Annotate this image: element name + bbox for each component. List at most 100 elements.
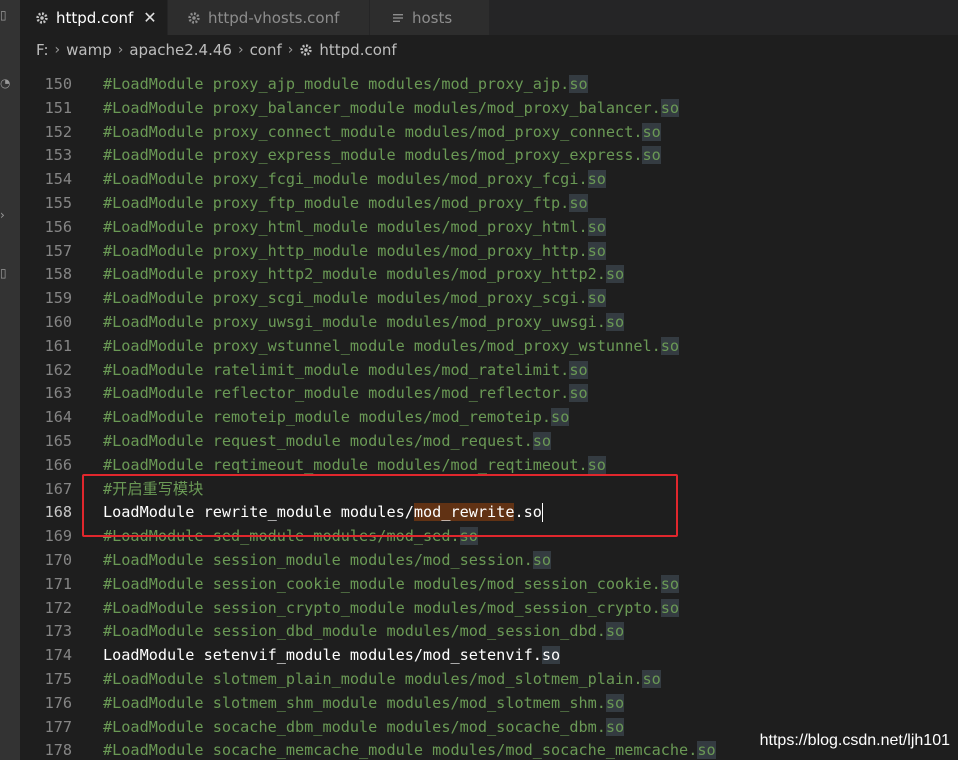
code-line[interactable]: 156 #LoadModule proxy_html_module modules… (20, 216, 958, 240)
code-line[interactable]: 166 #LoadModule reqtimeout_module modules… (20, 454, 958, 478)
code-text: #LoadModule proxy_http2_module modules/m… (103, 263, 625, 287)
code-line[interactable]: 171 #LoadModule session_cookie_module mod… (20, 573, 958, 597)
breadcrumb-item[interactable]: F: (36, 41, 49, 59)
match-highlight: so (642, 122, 661, 141)
match-highlight: so (569, 194, 588, 212)
match-highlight: so (660, 598, 680, 617)
code-segment: #LoadModule proxy_http_module modules/mo… (103, 241, 588, 260)
activity-icon[interactable]: ▯ (0, 266, 7, 280)
line-number: 153 (44, 146, 72, 165)
code-line[interactable]: 172 #LoadModule session_crypto_module mod… (20, 597, 958, 621)
breadcrumb-item[interactable]: wamp (66, 41, 112, 59)
match-highlight: so (569, 75, 588, 93)
code-segment: #LoadModule proxy_scgi_module modules/mo… (103, 289, 588, 308)
breadcrumb-item[interactable]: apache2.4.46 (129, 41, 232, 59)
code-line[interactable]: 175 #LoadModule slotmem_plain_module modu… (20, 668, 958, 692)
code-line[interactable]: 155 #LoadModule proxy_ftp_module modules/… (20, 192, 958, 216)
code-segment: LoadModule setenvif_module modules/mod_s… (103, 646, 542, 665)
code-text: #LoadModule proxy_html_module modules/mo… (103, 216, 606, 240)
line-number: 154 (44, 170, 72, 189)
line-number: 167 (44, 479, 72, 498)
code-segment: #LoadModule session_crypto_module module… (103, 598, 661, 617)
code-line[interactable]: 165 #LoadModule request_module modules/mo… (20, 430, 958, 454)
code-line[interactable]: 159 #LoadModule proxy_scgi_module modules… (20, 287, 958, 311)
code-line[interactable]: 168 LoadModule rewrite_module modules/mod… (20, 501, 958, 525)
code-line[interactable]: 174 LoadModule setenvif_module modules/mo… (20, 644, 958, 668)
code-line[interactable]: 157 #LoadModule proxy_http_module modules… (20, 240, 958, 264)
code-text: #LoadModule session_dbd_module modules/m… (103, 620, 625, 644)
code-segment: #LoadModule session_dbd_module modules/m… (103, 622, 606, 641)
code-line[interactable]: 152 #LoadModule proxy_connect_module modu… (20, 121, 958, 145)
code-segment: #LoadModule slotmem_plain_module modules… (103, 670, 643, 688)
match-highlight: so (587, 170, 606, 189)
code-line[interactable]: 161 #LoadModule proxy_wstunnel_module mod… (20, 335, 958, 359)
line-number: 152 (44, 122, 72, 141)
code-line[interactable]: 150 #LoadModule proxy_ajp_module modules/… (20, 73, 958, 97)
match-highlight: so (587, 289, 606, 308)
match-highlight: so (605, 313, 625, 331)
tab-hosts[interactable]: hosts (370, 0, 490, 35)
breadcrumb-item[interactable]: httpd.conf (319, 41, 396, 59)
tab-bar: httpd.conf ✕ httpd-vhosts.conf hosts (20, 0, 958, 35)
line-number: 162 (44, 360, 72, 379)
code-text: #LoadModule slotmem_shm_module modules/m… (103, 692, 625, 716)
code-line[interactable]: 154 #LoadModule proxy_fcgi_module modules… (20, 168, 958, 192)
line-number: 172 (44, 598, 72, 617)
code-line[interactable]: 151 #LoadModule proxy_balancer_module mod… (20, 97, 958, 121)
code-line[interactable]: 160 #LoadModule proxy_uwsgi_module module… (20, 311, 958, 335)
code-text: #LoadModule reqtimeout_module modules/mo… (103, 454, 606, 478)
activity-icon[interactable]: › (0, 208, 5, 222)
code-segment: LoadModule rewrite_module modules/ (103, 503, 414, 522)
code-line[interactable]: 170 #LoadModule session_module modules/mo… (20, 549, 958, 573)
code-text: #LoadModule socache_memcache_module modu… (103, 739, 716, 760)
tab-httpd-vhosts-conf[interactable]: httpd-vhosts.conf (168, 0, 370, 35)
chevron-right-icon: › (237, 42, 244, 58)
code-segment: #LoadModule proxy_express_module modules… (103, 146, 643, 165)
code-text: #LoadModule session_cookie_module module… (103, 573, 680, 597)
code-segment: #LoadModule socache_dbm_module modules/m… (103, 717, 606, 736)
code-text: #LoadModule proxy_express_module modules… (103, 144, 661, 168)
code-text: #LoadModule request_module modules/mod_r… (103, 430, 552, 454)
code-line[interactable]: 169 #LoadModule sed_module modules/mod_se… (20, 525, 958, 549)
code-line[interactable]: 153 #LoadModule proxy_express_module modu… (20, 144, 958, 168)
line-number: 155 (44, 194, 72, 212)
code-text: #LoadModule reflector_module modules/mod… (103, 382, 588, 406)
tab-label: httpd-vhosts.conf (208, 8, 340, 27)
match-highlight: so (587, 241, 606, 260)
close-icon[interactable]: ✕ (143, 8, 156, 27)
code-line[interactable]: 176 #LoadModule slotmem_shm_module module… (20, 692, 958, 716)
line-number: 164 (44, 408, 72, 427)
code-text: #LoadModule session_crypto_module module… (103, 597, 680, 621)
code-text: #LoadModule proxy_fcgi_module modules/mo… (103, 168, 606, 192)
code-text: #LoadModule proxy_wstunnel_module module… (103, 335, 680, 359)
line-number: 176 (44, 693, 72, 712)
code-line[interactable]: 162 #LoadModule ratelimit_module modules/… (20, 359, 958, 383)
code-text: #LoadModule proxy_ftp_module modules/mod… (103, 192, 588, 216)
line-number: 174 (44, 646, 72, 665)
gear-icon (299, 43, 313, 57)
line-number: 168 (44, 503, 72, 522)
tab-httpd-conf[interactable]: httpd.conf ✕ (20, 0, 168, 35)
breadcrumb-item[interactable]: conf (250, 41, 282, 59)
line-number: 157 (44, 241, 72, 260)
code-line[interactable]: 164 #LoadModule remoteip_module modules/m… (20, 406, 958, 430)
match-highlight: so (642, 670, 661, 688)
text-cursor (541, 503, 543, 523)
match-highlight: so (587, 455, 606, 474)
code-text: #LoadModule session_module modules/mod_s… (103, 549, 552, 573)
line-number: 160 (44, 313, 72, 331)
code-line[interactable]: 167 #开启重写模块 (20, 478, 958, 502)
code-line[interactable]: 158 #LoadModule proxy_http2_module module… (20, 263, 958, 287)
line-number: 158 (44, 265, 72, 284)
code-line[interactable]: 173 #LoadModule session_dbd_module module… (20, 620, 958, 644)
activity-icon[interactable]: ▯ (0, 8, 7, 22)
breadcrumb: F: › wamp › apache2.4.46 › conf › httpd.… (20, 35, 958, 65)
line-number: 170 (44, 551, 72, 569)
line-number: 151 (44, 98, 72, 117)
code-segment: #LoadModule proxy_ajp_module modules/mod… (103, 75, 570, 93)
code-editor[interactable]: 150 #LoadModule proxy_ajp_module modules/… (20, 65, 958, 760)
code-segment: #LoadModule ratelimit_module modules/mod… (103, 360, 570, 379)
code-line[interactable]: 163 #LoadModule reflector_module modules/… (20, 382, 958, 406)
code-segment: #LoadModule proxy_fcgi_module modules/mo… (103, 170, 588, 189)
activity-icon[interactable]: ◔ (0, 76, 10, 90)
